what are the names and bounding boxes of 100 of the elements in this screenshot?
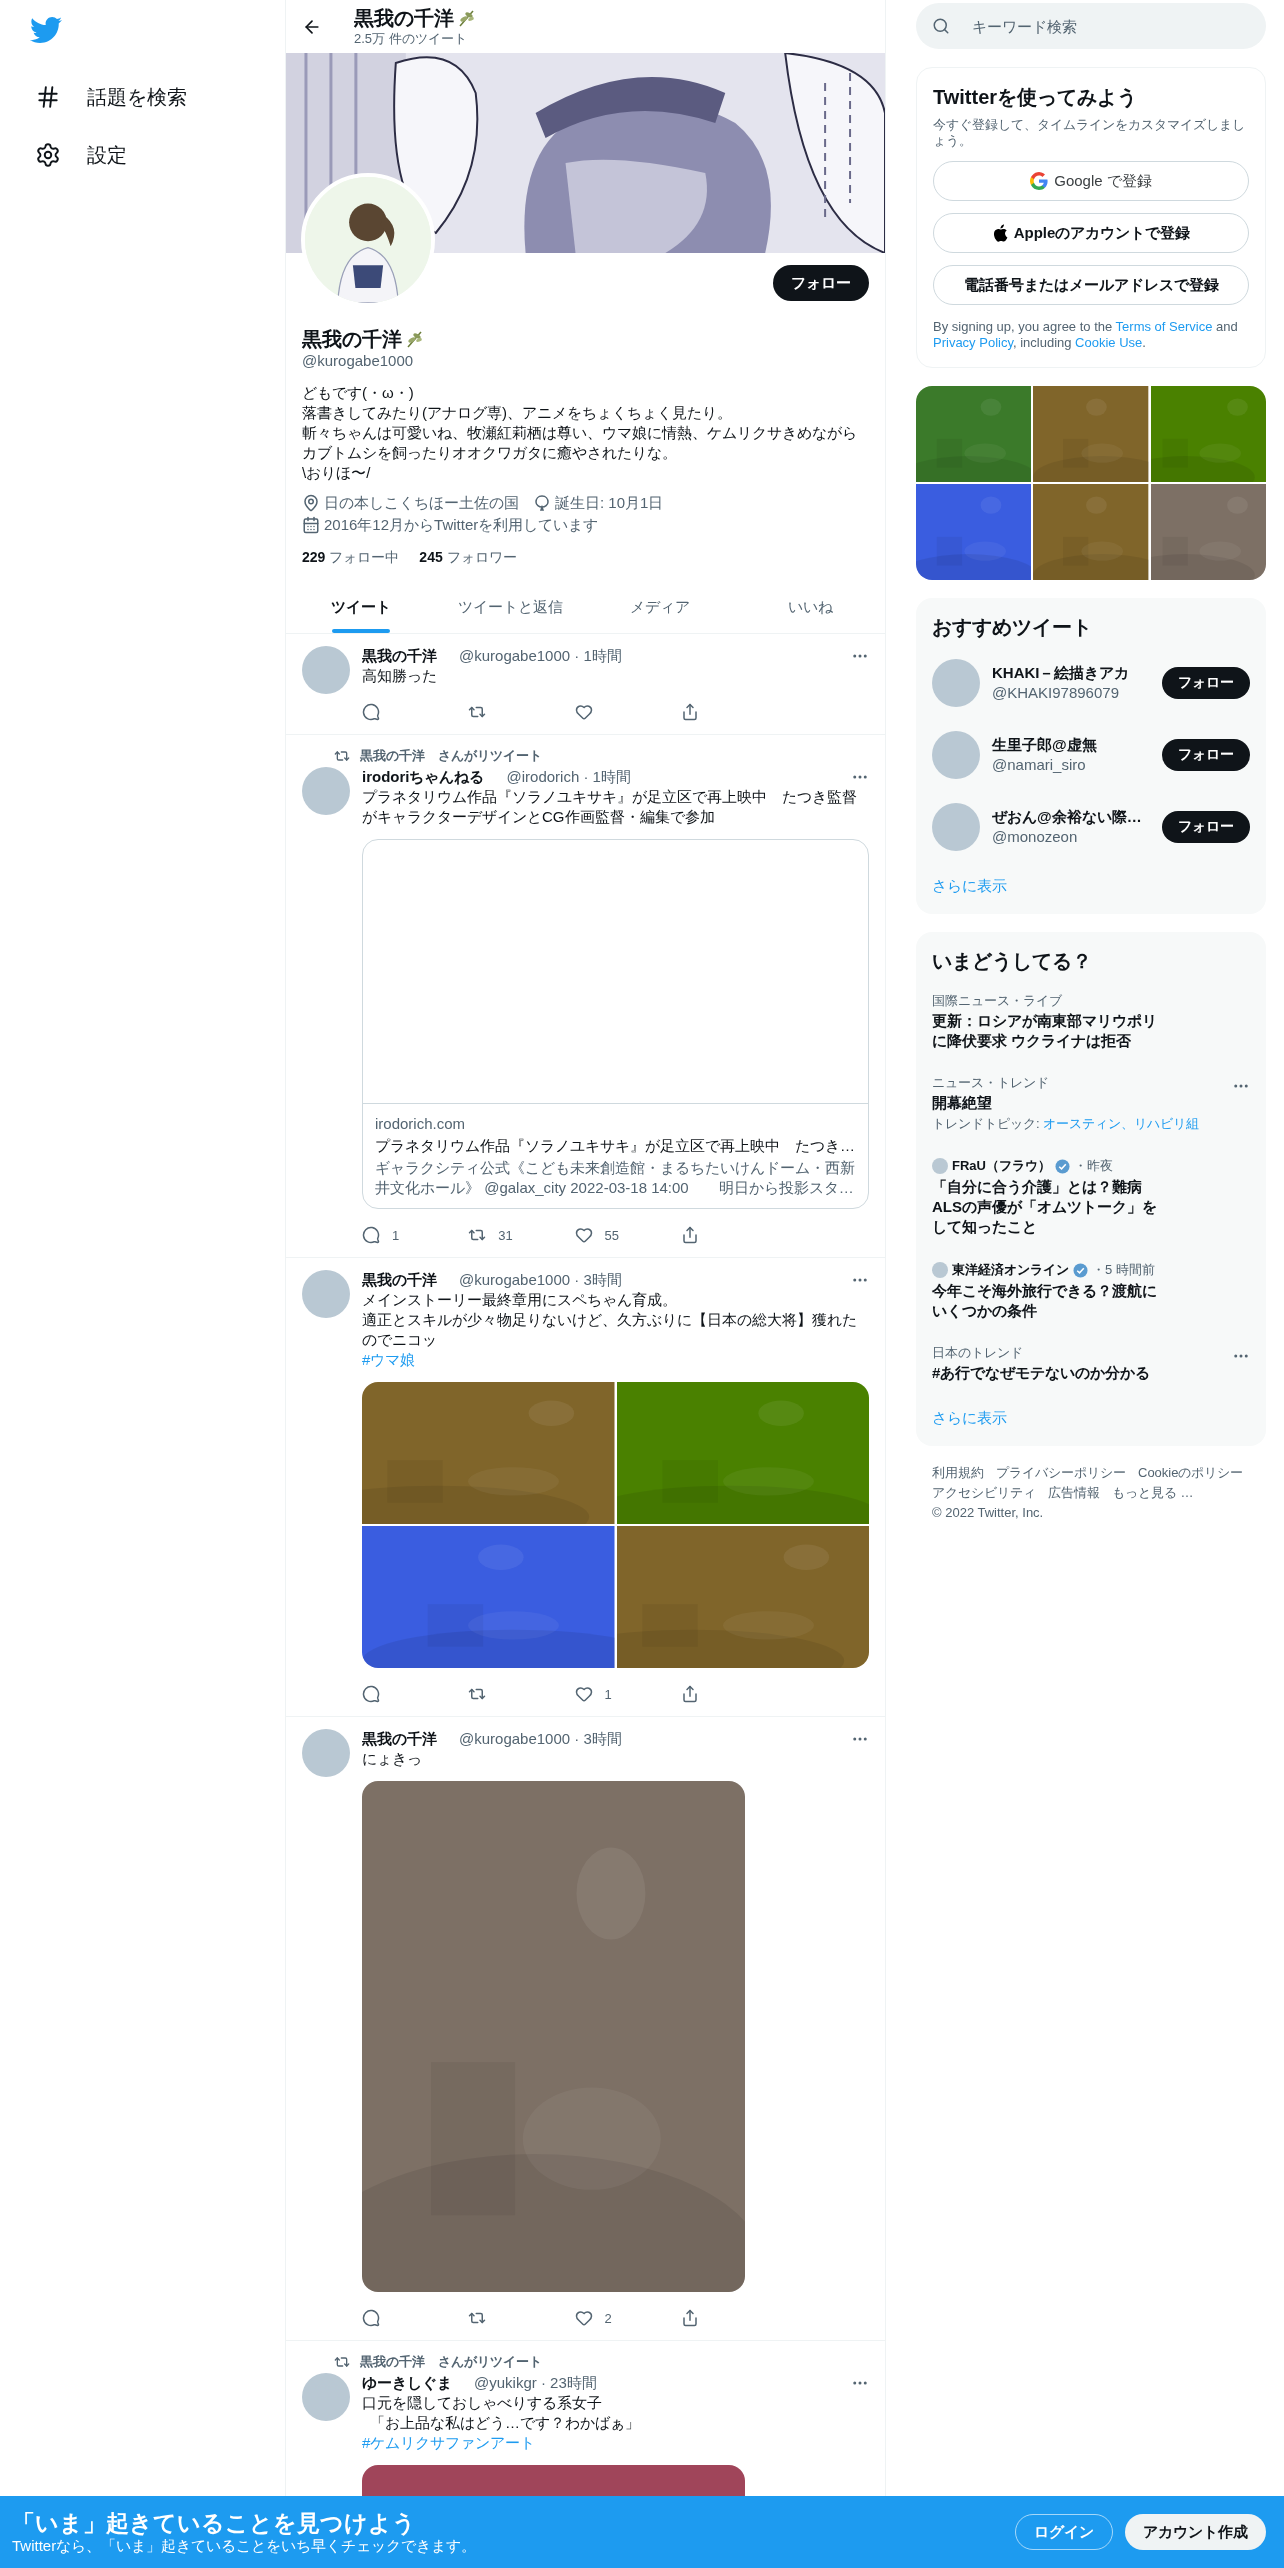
like-button[interactable]: 55 (574, 1226, 681, 1244)
footer-link[interactable]: アクセシビリティ (932, 1484, 1036, 1502)
reply-icon (362, 2309, 380, 2327)
source-name: FRaU（フラウ） (952, 1157, 1051, 1175)
trend-context: 日本のトレンド (932, 1345, 1023, 1361)
footer-link[interactable]: 広告情報 (1048, 1484, 1100, 1502)
reply-button[interactable]: 1 (362, 1226, 469, 1244)
profile-tab[interactable]: ツイートと返信 (435, 581, 586, 633)
tweet-text: プラネタリウム作品『ソラノユキサキ』が足立区で再上映中 たつき監督がキャラクターデザインとCG作画監督・編集で参加 (362, 787, 858, 827)
source-time: ・5 時間前 (1092, 1261, 1155, 1279)
like-button[interactable]: 1 (574, 1685, 681, 1703)
share-icon (680, 1226, 699, 1244)
share-icon (680, 703, 699, 721)
retweet-icon (334, 748, 350, 764)
card-domain: irodorich.com (375, 1114, 467, 1134)
signup-button[interactable]: 電話番号またはメールアドレスで登録 (933, 265, 1249, 305)
trend-title: 「自分に合う介護」とは？難病ALSの声優が「オムツトーク」をして知ったこと (932, 1177, 1158, 1237)
tweet-text: 適正とスキルが少々物足りないけど、久方ぶりに【日本の総大将】獲れたのでニコッ (362, 1310, 858, 1350)
trend-topics: トレンドトピック: オースティン、リハビリ組 (932, 1115, 1200, 1133)
profile-meta: 2016年12月からTwitterを利用しています (324, 515, 599, 535)
author-name[interactable]: irodoriちゃんねる (362, 767, 485, 787)
share-icon (680, 1685, 699, 1703)
google-logo-icon (1030, 172, 1049, 190)
trend-title: #あ行でなぜモテないのか分かる (932, 1363, 1151, 1383)
heart-icon (574, 1226, 593, 1244)
profile-meta: 誕生日: 10月1日 (555, 493, 664, 513)
source-time: ・昨夜 (1073, 1157, 1113, 1175)
source-name: 東洋経済オンライン (952, 1261, 1069, 1279)
share-icon (680, 2309, 699, 2327)
settings-icon (35, 142, 61, 168)
nav-item[interactable]: 設定 (30, 130, 285, 180)
calendar-icon (302, 516, 320, 534)
bio-line: \おりほ〜/ (302, 463, 371, 483)
trend-item[interactable]: 東洋経済オンライン ・5 時間前 今年こそ海外旅行できる？渡航にいくつかの条件 (932, 1249, 1250, 1333)
like-count: 55 (604, 1227, 619, 1243)
author-name[interactable]: 黒我の千洋 (362, 1729, 437, 1749)
source-avatar (932, 1262, 948, 1278)
follow-button[interactable]: フォロー (773, 265, 869, 301)
signup-subtitle: 今すぐ登録して、タイムラインをカスタマイズしましょう。 (933, 117, 1246, 149)
user-name[interactable]: 生里子郎@虚無 (992, 735, 1150, 755)
profile-tab[interactable]: ツイート (286, 581, 436, 633)
legal-text: By signing up, you agree to the Terms of Service and Privacy Policy, including Cookie Use. (933, 319, 1239, 351)
panel-title: Twitterを使ってみよう (933, 85, 1139, 110)
signup-button[interactable]: Appleのアカウントで登録 (933, 213, 1249, 253)
trend-title: 更新：ロシアが南東部マリウポリに降伏要求 ウクライナは拒否 (932, 1011, 1158, 1051)
panel-title: いまどうしてる？ (932, 949, 1093, 974)
balloon-icon (533, 494, 551, 512)
profile-meta: 日の本しこくちほー土佐の国 (324, 493, 519, 513)
user-handle: @namari_siro (992, 755, 1087, 775)
copyright-text: © 2022 Twitter, Inc. (932, 1504, 1044, 1522)
author-name[interactable]: 黒我の千洋 (362, 1270, 437, 1290)
profile-name: 黒我の千洋 (302, 327, 402, 351)
tweet-text: メインストーリー最終章用にスペちゃん育成。 (362, 1290, 677, 1310)
retweet-button[interactable]: 31 (468, 1226, 575, 1244)
author-name[interactable]: 黒我の千洋 (362, 646, 437, 666)
location-pin-icon (302, 494, 320, 512)
footer-link[interactable]: もっと見る … (1112, 1484, 1194, 1502)
trend-item[interactable]: ニュース・トレンド 開幕絶望 トレンドトピック: オースティン、リハビリ組 (932, 1063, 1250, 1145)
author-name[interactable]: ゆーきしぐま (362, 2373, 452, 2393)
bio-line: 斬々ちゃんは可愛いね、牧瀬紅莉栖は尊い、ウマ娘に情熱、ケムリクサきめながらカブトムシを飼ったりオオクワガタに癒やされたりな。 (302, 423, 858, 463)
like-button[interactable]: 2 (574, 2309, 681, 2327)
like-count: 1 (604, 1686, 612, 1702)
tweet-text: にょきっ (362, 1749, 422, 1769)
profile-tab[interactable]: いいね (735, 581, 885, 633)
trend-item[interactable]: 日本のトレンド #あ行でなぜモテないのか分かる (932, 1333, 1250, 1395)
footer-link[interactable]: プライバシーポリシー (996, 1464, 1126, 1482)
twitter-bird-logo-icon[interactable] (30, 14, 62, 46)
heart-icon (574, 2309, 593, 2327)
trend-item[interactable]: FRaU（フラウ） ・昨夜 「自分に合う介護」とは？難病ALSの声優が「オムツトーク」をして知ったこと (932, 1145, 1250, 1249)
tweet-text: 「お上品な私はどう…です？わかばぁ」 (370, 2413, 640, 2433)
footer-link[interactable]: Cookieのポリシー (1138, 1464, 1244, 1482)
follow-button[interactable]: フォロー (1162, 667, 1250, 699)
trend-title: 開幕絶望 (932, 1093, 992, 1113)
card-title: プラネタリウム作品『ソラノユキサキ』が足立区で再上映中 たつき… (375, 1136, 856, 1156)
link-card[interactable]: irodorich.com プラネタリウム作品『ソラノユキサキ』が足立区で再上映中 たつき… ギャラクシティ公式《こども未来創造館・まるちたいけんドーム・西新井文化ホール》 @galax_city 2022-03-18 14:00 明日から投影スタ… (362, 839, 869, 1209)
banner-subtitle: Twitterなら、「いま」起きていることをいち早くチェックできます。 (12, 2537, 478, 2555)
author-handle: @irodorich · 1時間 (506, 767, 632, 787)
follow-stat-link[interactable]: 229 フォロー中 (302, 547, 400, 567)
tweet-count: 2.5万 件のツイート (354, 29, 468, 48)
follow-button[interactable]: フォロー (1162, 739, 1250, 771)
trend-item[interactable]: 国際ニュース・ライブ 更新：ロシアが南東部マリウポリに降伏要求 ウクライナは拒否 (932, 981, 1250, 1063)
nav-item[interactable]: 話題を検索 (30, 72, 285, 122)
search-field[interactable]: キーワード検索 (916, 3, 1266, 49)
signup-button[interactable]: Google で登録 (933, 161, 1249, 201)
footer-link[interactable]: 利用規約 (932, 1464, 984, 1482)
heart-icon (574, 703, 593, 721)
follow-stat-link[interactable]: 245 フォロワー (419, 547, 517, 567)
user-name[interactable]: ぜおん@余裕ない際… (992, 807, 1150, 827)
user-name[interactable]: KHAKI－絵描きアカ (992, 663, 1150, 683)
tweet-text: 口元を隠しておしゃべりする系女子 (362, 2393, 602, 2413)
card-description: ギャラクシティ公式《こども未来創造館・まるちたいけんドーム・西新井文化ホール》 @galax_city 2022-03-18 14:00 明日から投影スタ… (375, 1158, 856, 1198)
apple-logo-icon (991, 224, 1008, 242)
profile-tab[interactable]: メディア (585, 581, 736, 633)
like-count: 2 (604, 2310, 612, 2326)
user-handle: @monozeon (992, 827, 1079, 847)
profile-title: 黒我の千洋 (354, 5, 454, 30)
create-account-button[interactable]: アカウント作成 (1125, 2514, 1266, 2550)
profile-handle: @kurogabe1000 (302, 351, 415, 371)
reply-count: 1 (392, 1227, 400, 1243)
follow-button[interactable]: フォロー (1162, 811, 1250, 843)
